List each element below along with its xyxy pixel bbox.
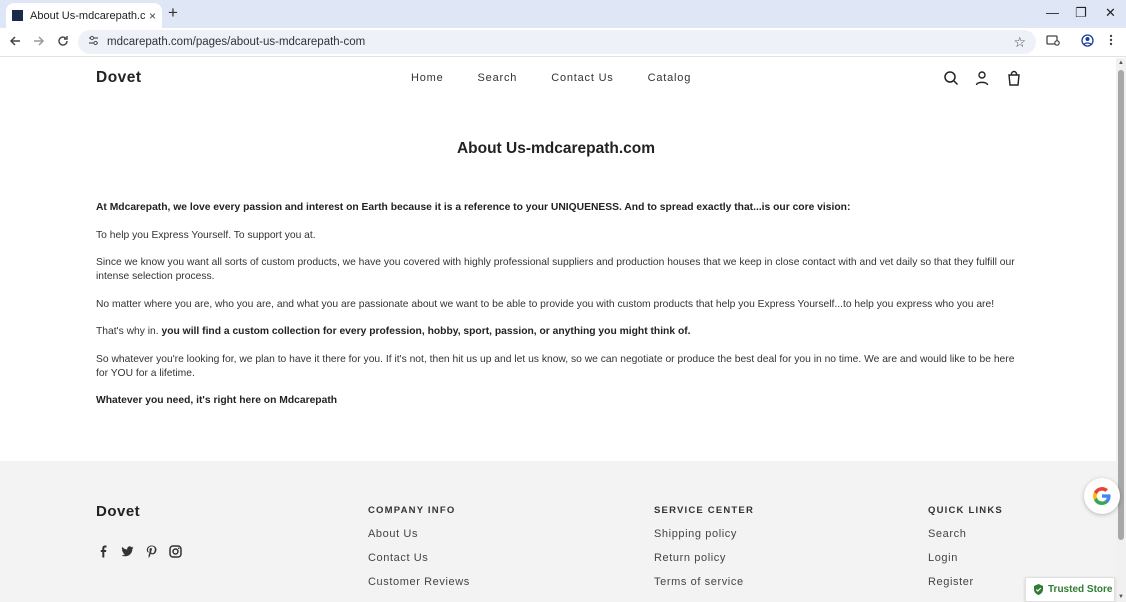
footer-link-search[interactable]: Search bbox=[928, 528, 1003, 540]
tab-title: About Us-mdcarepath.com - D bbox=[30, 9, 145, 22]
twitter-icon[interactable] bbox=[121, 545, 134, 558]
footer-link-return-policy[interactable]: Return policy bbox=[654, 552, 754, 564]
suppliers-paragraph: Since we know you want all sorts of cust… bbox=[96, 257, 1015, 282]
closing-paragraph: Whatever you need, it's right here on Md… bbox=[96, 395, 338, 406]
address-bar-row: mdcarepath.com/pages/about-us-mdcarepath… bbox=[0, 28, 1126, 57]
site-footer: Dovet COMPANY INFO About Us Contact Us C… bbox=[0, 461, 1116, 602]
media-cast-icon[interactable] bbox=[1046, 34, 1060, 51]
collection-paragraph: That's why in. you will find a custom co… bbox=[96, 325, 1016, 339]
trusted-store-label: Trusted Store bbox=[1048, 584, 1113, 595]
collection-lead: That's why in. bbox=[96, 326, 159, 337]
intro-paragraph: At Mdcarepath, we love every passion and… bbox=[96, 202, 851, 213]
site-logo[interactable]: Dovet bbox=[96, 69, 142, 87]
facebook-icon[interactable] bbox=[97, 545, 110, 558]
back-arrow-icon bbox=[9, 36, 20, 46]
pinterest-icon[interactable] bbox=[145, 545, 158, 558]
social-links bbox=[97, 545, 182, 558]
restore-button[interactable]: ❐ bbox=[1075, 4, 1087, 22]
instagram-icon[interactable] bbox=[169, 545, 182, 558]
page-title: About Us-mdcarepath.com bbox=[456, 140, 656, 157]
page-viewport: Dovet Home Search Contact Us Catalog Abo… bbox=[0, 58, 1116, 602]
reload-button[interactable] bbox=[57, 34, 69, 50]
search-icon[interactable] bbox=[943, 70, 959, 86]
scroll-down-arrow-icon[interactable]: ▼ bbox=[1118, 594, 1124, 600]
browser-tab-bar: About Us-mdcarepath.com - D × + — ❐ ✕ bbox=[0, 0, 1126, 28]
profile-icon[interactable] bbox=[1081, 34, 1094, 51]
new-tab-button[interactable]: + bbox=[168, 4, 178, 22]
close-window-button[interactable]: ✕ bbox=[1105, 4, 1116, 22]
nav-home[interactable]: Home bbox=[411, 72, 444, 84]
mission-paragraph: To help you Express Yourself. To support… bbox=[96, 229, 316, 241]
back-button[interactable] bbox=[9, 34, 21, 50]
site-settings-icon[interactable] bbox=[88, 35, 99, 49]
google-g-icon bbox=[1093, 487, 1111, 505]
service-center-heading: SERVICE CENTER bbox=[654, 505, 755, 516]
footer-company-info: COMPANY INFO About Us Contact Us Custome… bbox=[368, 505, 470, 600]
tab-close-icon[interactable]: × bbox=[149, 9, 156, 23]
forward-arrow-icon bbox=[34, 36, 45, 46]
footer-link-shipping-policy[interactable]: Shipping policy bbox=[654, 528, 754, 540]
page-scrollbar[interactable]: ▲ ▼ bbox=[1116, 58, 1126, 602]
quick-links-heading: QUICK LINKS bbox=[928, 505, 1003, 516]
footer-link-terms-of-service[interactable]: Terms of service bbox=[654, 576, 754, 588]
scrollbar-thumb[interactable] bbox=[1118, 70, 1124, 540]
url-field[interactable]: mdcarepath.com/pages/about-us-mdcarepath… bbox=[78, 30, 1036, 54]
footer-link-customer-reviews[interactable]: Customer Reviews bbox=[368, 576, 470, 588]
shield-check-icon bbox=[1034, 584, 1043, 595]
site-header: Dovet Home Search Contact Us Catalog bbox=[0, 58, 1116, 100]
forward-button[interactable] bbox=[33, 34, 45, 50]
nav-search[interactable]: Search bbox=[478, 72, 518, 84]
lifetime-paragraph: So whatever you're looking for, we plan … bbox=[96, 353, 1015, 379]
footer-link-contact-us[interactable]: Contact Us bbox=[368, 552, 470, 564]
footer-service-center: SERVICE CENTER Shipping policy Return po… bbox=[654, 505, 754, 600]
company-info-heading: COMPANY INFO bbox=[368, 505, 456, 516]
collection-emphasis: you will find a custom collection for ev… bbox=[161, 326, 691, 337]
main-nav: Home Search Contact Us Catalog bbox=[411, 72, 691, 84]
footer-logo[interactable]: Dovet bbox=[96, 503, 140, 520]
footer-link-login[interactable]: Login bbox=[928, 552, 1003, 564]
nav-catalog[interactable]: Catalog bbox=[648, 72, 692, 84]
google-reviews-badge[interactable] bbox=[1084, 478, 1120, 514]
favicon-icon bbox=[12, 10, 23, 21]
browser-menu-icon[interactable] bbox=[1109, 34, 1113, 50]
footer-link-about-us[interactable]: About Us bbox=[368, 528, 470, 540]
footer-link-register[interactable]: Register bbox=[928, 576, 1003, 588]
url-text: mdcarepath.com/pages/about-us-mdcarepath… bbox=[107, 36, 366, 48]
trusted-store-badge[interactable]: Trusted Store bbox=[1025, 577, 1115, 602]
scroll-up-arrow-icon[interactable]: ▲ bbox=[1118, 60, 1124, 66]
footer-quick-links: QUICK LINKS Search Login Register bbox=[928, 505, 1003, 600]
passion-paragraph: No matter where you are, who you are, an… bbox=[96, 298, 995, 310]
minimize-button[interactable]: — bbox=[1046, 4, 1059, 22]
reload-icon bbox=[58, 36, 68, 46]
account-icon[interactable] bbox=[974, 70, 990, 86]
nav-contact-us[interactable]: Contact Us bbox=[551, 72, 613, 84]
bookmark-star-icon[interactable]: ☆ bbox=[1013, 34, 1026, 51]
cart-bag-icon[interactable] bbox=[1006, 70, 1022, 86]
about-content: About Us-mdcarepath.com At Mdcarepath, w… bbox=[96, 140, 1016, 422]
browser-tab[interactable]: About Us-mdcarepath.com - D × bbox=[6, 3, 162, 28]
